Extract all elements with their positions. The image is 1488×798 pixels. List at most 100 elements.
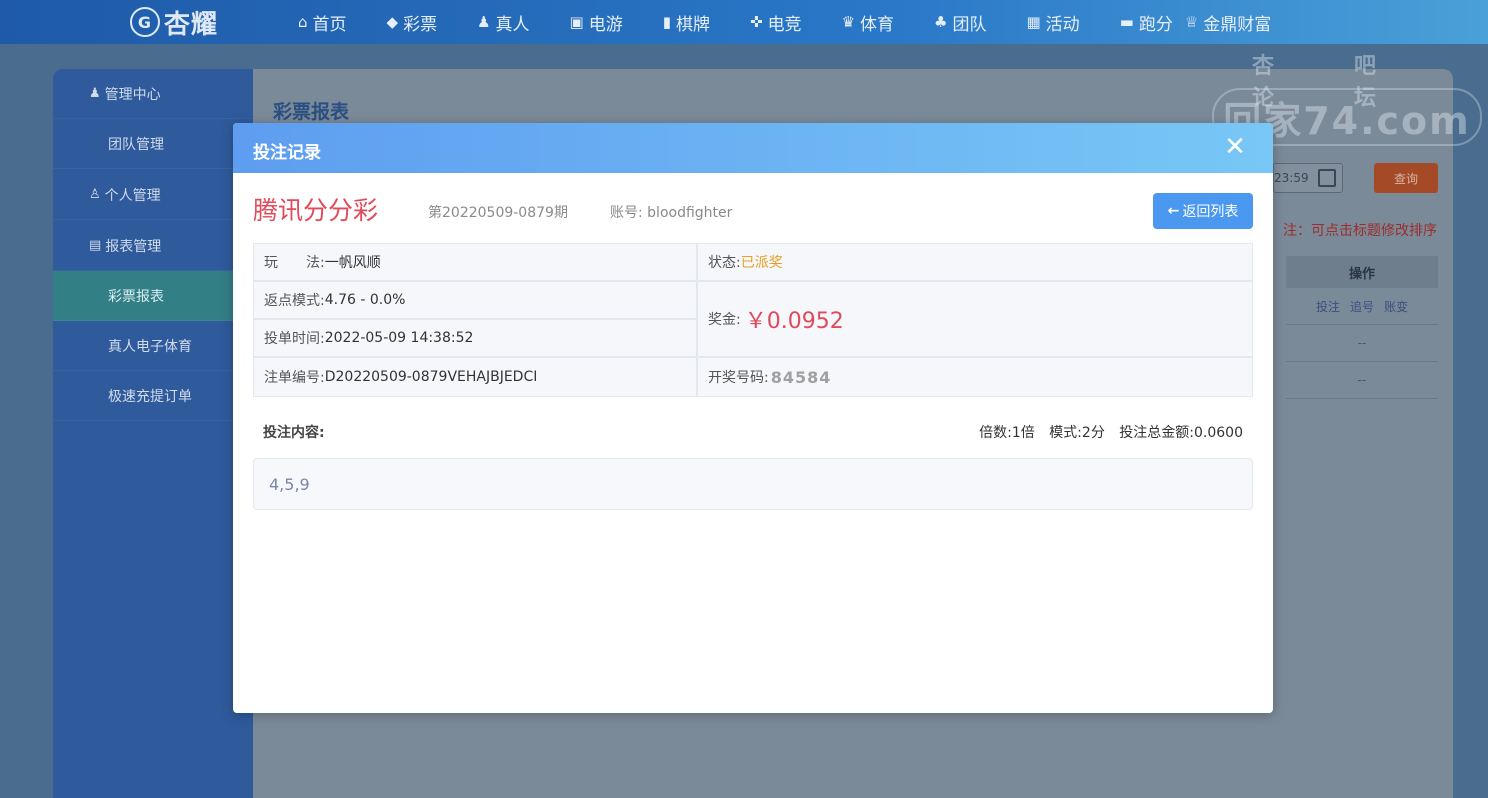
time-cell: 投单时间: 2022-05-09 14:38:52 (254, 320, 696, 356)
nav-item-label: 活动 (1045, 14, 1080, 35)
home-icon: ⌂ (298, 13, 308, 31)
ops-column-header[interactable]: 操作 (1286, 256, 1438, 288)
trophy-icon: ♛ (841, 13, 856, 31)
sidebar-item-lottery-report[interactable]: 彩票报表 (53, 271, 253, 321)
page-title: 彩票报表 (273, 101, 350, 123)
sidebar-item-report-management[interactable]: ▤ 报表管理 (53, 221, 253, 271)
play-label: 玩 法: (264, 255, 325, 271)
nav-item-label: 首页 (312, 14, 347, 35)
nav-item-label: 跑分 (1138, 14, 1173, 35)
multiple-value: 1倍 (1011, 425, 1035, 441)
top-nav: G 杏耀 ⌂ 首页 ◆ 彩票 ♟ 真人 ▣ 电游 ▮ 棋牌 ✜ 电竞 ♛ 体育 (0, 0, 1488, 44)
bet-meta: 倍数:1倍 模式:2分 投注总金额:0.0600 (969, 422, 1243, 442)
sidebar-item-label: 团队管理 (108, 136, 164, 153)
report-icon: ▤ (89, 238, 102, 253)
table-row: -- (1286, 325, 1438, 362)
nav-item-slots[interactable]: ▣ 电游 (570, 10, 623, 35)
back-button-label: 返回列表 (1182, 204, 1239, 220)
nav-item-sports[interactable]: ♛ 体育 (842, 10, 894, 35)
account-info: 账号: bloodfighter (610, 202, 732, 222)
order-cell: 注单编号: D20220509-0879VEHAJBJEDCI (254, 358, 696, 396)
nav-item-paofen[interactable]: ▬ 跑分 (1120, 10, 1173, 35)
bet-info-table: 玩 法: 一帆风顺 状态: 已派奖 返点模式: 4.76 - 0.0% 奖金: … (253, 243, 1253, 397)
back-to-list-button[interactable]: ← 返回列表 (1153, 193, 1253, 229)
account-change-link[interactable]: 账变 (1384, 298, 1408, 315)
time-value: 2022-05-09 14:38:52 (324, 330, 474, 346)
bet-link[interactable]: 投注 (1316, 298, 1340, 315)
sidebar-item-team-management[interactable]: 团队管理 (53, 119, 253, 169)
end-date-input[interactable]: 23:59 (1273, 163, 1343, 193)
nav-item-label: 金鼎财富 (1203, 14, 1272, 35)
sidebar-item-personal-management[interactable]: ♙ 个人管理 (53, 170, 253, 220)
multiple-label: 倍数: (979, 425, 1012, 441)
prize-value: ￥0.0952 (744, 309, 844, 334)
calendar-icon[interactable] (1318, 169, 1336, 187)
logo-text: 杏耀 (164, 9, 219, 40)
gamepad-icon: ✜ (749, 13, 763, 31)
card-icon: ▮ (662, 13, 671, 31)
sidebar-item-live-sports[interactable]: 真人电子体育 (53, 321, 253, 371)
nav-item-team[interactable]: ♣ 团队 (934, 10, 986, 35)
sidebar-item-fast-orders[interactable]: 极速充提订单 (53, 371, 253, 421)
nav-item-home[interactable]: ⌂ 首页 (298, 10, 347, 35)
bet-content-box: 4,5,9 (253, 458, 1253, 510)
slot-icon: ▣ (569, 13, 584, 31)
user-icon: ♙ (89, 187, 101, 202)
sidebar-item-management-center[interactable]: ♟ 管理中心 (53, 69, 253, 119)
rebate-value: 4.76 - 0.0% (324, 292, 406, 308)
order-label: 注单编号: (264, 370, 325, 386)
time-label: 投单时间: (264, 331, 325, 347)
sidebar-item-label: 彩票报表 (108, 288, 164, 305)
lottery-name: 腾讯分分彩 (253, 196, 379, 225)
date-text: 23:59 (1274, 171, 1309, 185)
nav-item-live[interactable]: ♟ 真人 (477, 10, 529, 35)
person-icon: ♟ (477, 13, 491, 31)
arrow-left-icon: ← (1167, 203, 1180, 219)
rebate-cell: 返点模式: 4.76 - 0.0% (254, 282, 696, 318)
sidebar-item-label: 管理中心 (104, 86, 161, 103)
total-value: 0.0600 (1194, 425, 1243, 441)
sidebar-item-label: 极速充提订单 (108, 388, 192, 405)
draw-number: 84584 (770, 367, 832, 387)
site-logo[interactable]: G 杏耀 (130, 4, 218, 40)
bet-record-modal: 投注记录 ✕ 腾讯分分彩 第20220509-0879期 账号: bloodfi… (233, 123, 1273, 713)
order-value: D20220509-0879VEHAJBJEDCI (324, 369, 538, 385)
users-icon: ♟ (89, 86, 101, 101)
chase-link[interactable]: 追号 (1350, 298, 1374, 315)
nav-item-label: 棋牌 (675, 14, 710, 35)
nav-item-jinding[interactable]: ♕ 金鼎财富 (1185, 10, 1271, 35)
prize-cell: 奖金: ￥0.0952 (698, 282, 1252, 356)
nav-item-activity[interactable]: ▦ 活动 (1026, 10, 1079, 35)
account-label: 账号: (610, 205, 643, 221)
nav-item-label: 真人 (495, 14, 530, 35)
nav-item-label: 团队 (952, 14, 987, 35)
sidebar: ♟ 管理中心 团队管理 ♙ 个人管理 ▤ 报表管理 彩票报表 真人电子体育 极速… (53, 69, 253, 798)
gift-icon: ▦ (1026, 13, 1041, 31)
logo-mark-icon: G (130, 7, 160, 37)
empty-cell: -- (1357, 373, 1367, 387)
nav-menu: ⌂ 首页 ◆ 彩票 ♟ 真人 ▣ 电游 ▮ 棋牌 ✜ 电竞 ♛ 体育 ♣ 团队 (298, 0, 1311, 44)
nav-item-lottery[interactable]: ◆ 彩票 (387, 10, 438, 35)
play-value: 一帆风顺 (324, 255, 381, 271)
status-cell: 状态: 已派奖 (698, 244, 1252, 280)
rebate-label: 返点模式: (264, 293, 325, 309)
bet-content-label: 投注内容: (263, 425, 325, 441)
modal-header: 投注记录 ✕ (233, 123, 1273, 173)
table-row: 投注 追号 账变 (1286, 288, 1438, 325)
status-label: 状态: (708, 255, 741, 271)
nav-item-label: 电竞 (767, 14, 802, 35)
total-label: 投注总金额: (1119, 425, 1194, 441)
nav-item-label: 电游 (588, 14, 623, 35)
status-badge: 已派奖 (740, 255, 783, 271)
nav-item-chess[interactable]: ▮ 棋牌 (663, 10, 710, 35)
query-button[interactable]: 查询 (1374, 163, 1438, 193)
close-icon[interactable]: ✕ (1223, 134, 1247, 160)
table-row: -- (1286, 362, 1438, 399)
sidebar-item-label: 报表管理 (105, 238, 162, 255)
sidebar-item-label: 真人电子体育 (108, 338, 192, 355)
mode-label: 模式: (1049, 425, 1082, 441)
prize-label: 奖金: (708, 312, 741, 328)
draw-label: 开奖号码: (708, 370, 769, 386)
nav-item-esports[interactable]: ✜ 电竞 (750, 10, 802, 35)
issue-number: 第20220509-0879期 (428, 205, 568, 221)
